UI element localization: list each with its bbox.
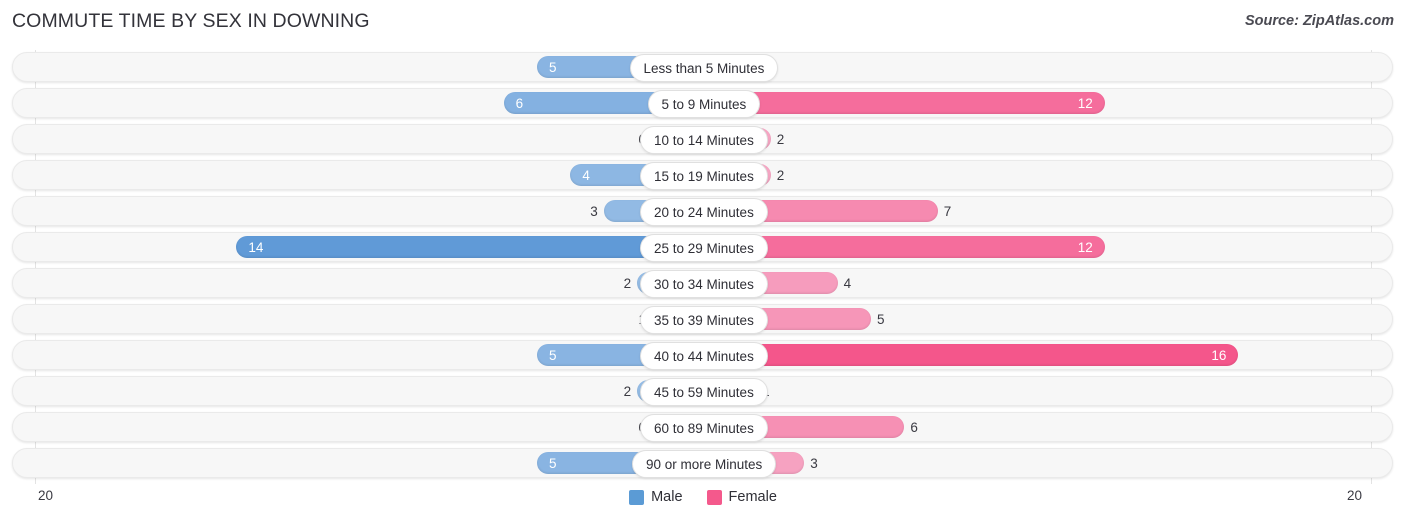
table-row[interactable]: 2 4 30 to 34 Minutes xyxy=(12,268,1393,298)
legend-swatch-female xyxy=(706,489,722,505)
category-label: Less than 5 Minutes xyxy=(629,54,779,82)
source-attribution: Source: ZipAtlas.com xyxy=(1244,13,1394,29)
category-label: 5 to 9 Minutes xyxy=(647,90,761,118)
table-row[interactable]: 0210 to 14 Minutes xyxy=(12,124,1393,154)
bar-value-female: 16 xyxy=(1211,348,1227,363)
category-label: 90 or more Minutes xyxy=(632,450,777,478)
table-row[interactable]: 4 2 15 to 19 Minutes xyxy=(12,160,1393,190)
bar-value-male: 5 xyxy=(549,348,557,363)
category-label: 15 to 19 Minutes xyxy=(640,162,768,190)
category-label: 20 to 24 Minutes xyxy=(640,198,768,226)
bar-value-female: 2 xyxy=(776,132,785,147)
legend-swatch-male xyxy=(629,489,645,505)
bar-value-female: 2 xyxy=(776,168,785,183)
legend-item-female[interactable]: Female xyxy=(706,489,777,505)
table-row[interactable]: 1535 to 39 Minutes xyxy=(12,304,1393,334)
bar-value-female: 12 xyxy=(1077,96,1093,111)
category-label: 45 to 59 Minutes xyxy=(640,378,768,406)
page-title: COMMUTE TIME BY SEX IN DOWNING xyxy=(12,10,370,32)
table-row[interactable]: 3 7 20 to 24 Minutes xyxy=(12,196,1393,226)
table-row[interactable]: 2 145 to 59 Minutes xyxy=(12,376,1393,406)
bar-female[interactable] xyxy=(704,92,1105,114)
bar-value-male: 5 xyxy=(549,60,557,75)
bar-value-female: 12 xyxy=(1077,240,1093,255)
legend-label-male: Male xyxy=(651,489,683,505)
category-label: 40 to 44 Minutes xyxy=(640,342,768,370)
legend-label-female: Female xyxy=(728,489,777,505)
bar-female[interactable] xyxy=(704,344,1239,366)
chart-container: COMMUTE TIME BY SEX IN DOWNING Source: Z… xyxy=(0,0,1406,523)
category-label: 25 to 29 Minutes xyxy=(640,234,768,262)
plot-area: 50Less than 5 Minutes6125 to 9 Minutes02… xyxy=(0,50,1406,484)
bar-value-female: 4 xyxy=(843,276,852,291)
bar-value-female: 6 xyxy=(910,420,918,435)
bar-value-male: 2 xyxy=(623,384,632,399)
bar-value-male: 14 xyxy=(248,240,264,255)
bar-value-female: 5 xyxy=(877,312,885,327)
chart-legend: Male Female xyxy=(0,489,1406,505)
category-label: 60 to 89 Minutes xyxy=(640,414,768,442)
table-row[interactable]: 5 16 40 to 44 Minutes xyxy=(12,340,1393,370)
table-row[interactable]: 0660 to 89 Minutes xyxy=(12,412,1393,442)
legend-item-male[interactable]: Male xyxy=(629,489,683,505)
category-label: 35 to 39 Minutes xyxy=(640,306,768,334)
bar-value-male: 2 xyxy=(623,276,632,291)
bar-value-male: 6 xyxy=(515,96,524,111)
bar-value-female: 1 xyxy=(762,377,802,407)
bar-value-male: 5 xyxy=(549,456,557,471)
table-row[interactable]: 5 3 90 or more Minutes xyxy=(12,448,1393,478)
bar-value-female: 7 xyxy=(943,204,952,219)
category-label: 30 to 34 Minutes xyxy=(640,270,768,298)
category-label: 10 to 14 Minutes xyxy=(640,126,768,154)
bar-male[interactable] xyxy=(236,236,704,258)
bar-value-female: 3 xyxy=(810,456,818,471)
bar-value-male: 4 xyxy=(582,168,590,183)
chart-footer: 20 20 Male Female xyxy=(0,484,1406,523)
table-row[interactable]: 14 12 25 to 29 Minutes xyxy=(12,232,1393,262)
bar-value-male: 3 xyxy=(590,204,598,219)
table-row[interactable]: 50Less than 5 Minutes xyxy=(12,52,1393,82)
table-row[interactable]: 6 12 5 to 9 Minutes xyxy=(12,88,1393,118)
